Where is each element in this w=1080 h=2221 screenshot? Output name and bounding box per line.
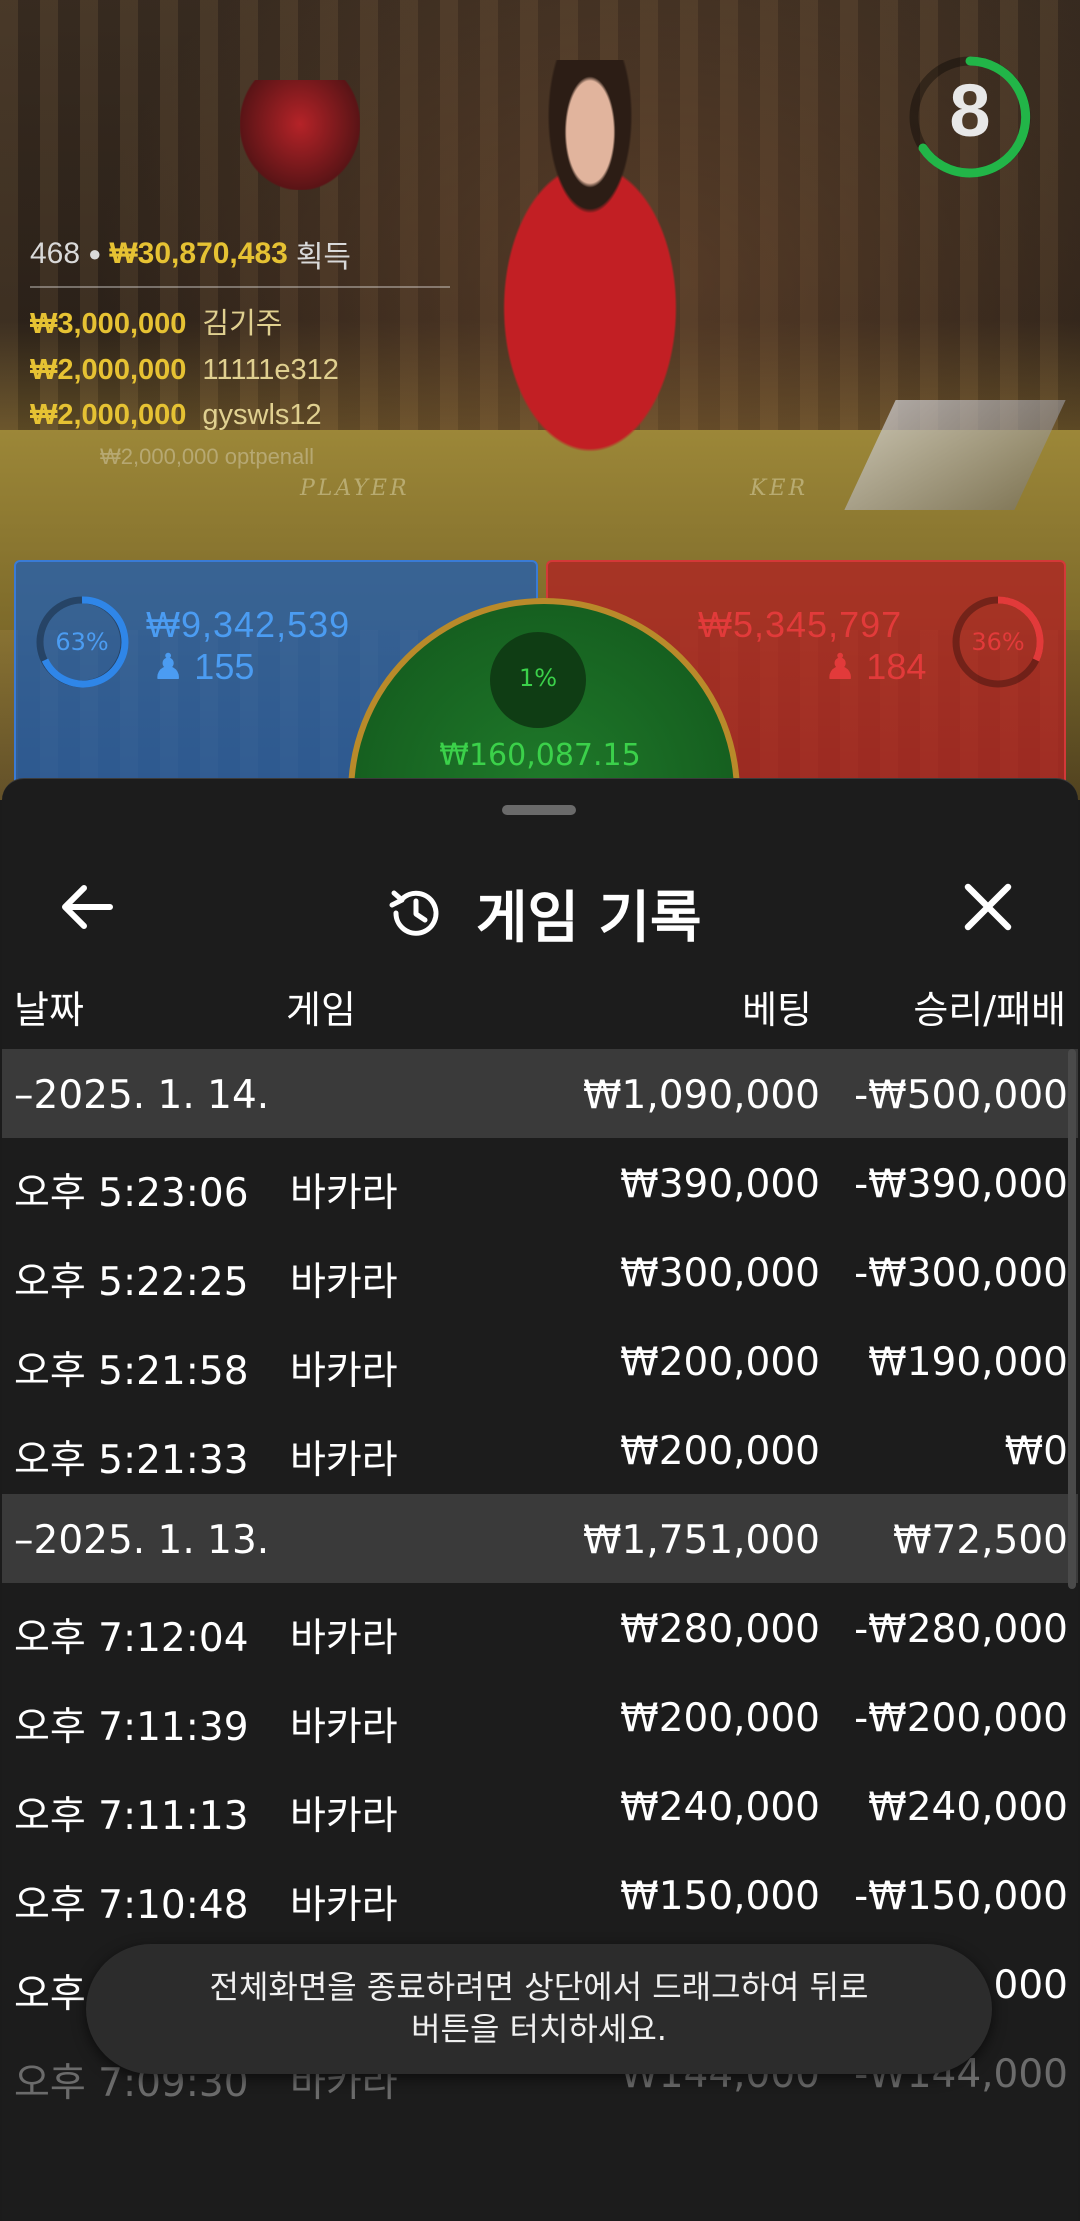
row-result: ₩240,000 [868,1785,1068,1830]
sheet-title: 게임 기록 [476,886,702,951]
drag-handle[interactable] [502,805,576,815]
dealer [440,60,740,460]
player-bettor-count: ♟ 155 [152,646,254,688]
scrollbar[interactable] [1068,1049,1076,1589]
tie-bet-amount: ₩160,087.15 [439,738,641,773]
row-result: -₩300,000 [854,1251,1068,1296]
row-result: -₩150,000 [854,1874,1068,1919]
entry-amount: ₩3,000,000 [30,308,187,340]
countdown-timer: 8 [949,69,991,152]
row-game: 바카라 [290,1171,398,1216]
player-percent: 63% [55,628,109,656]
history-row[interactable]: 오후 5:23:06 바카라 ₩390,000 -₩390,000 [2,1138,1078,1227]
row-game: 바카라 [290,1349,398,1394]
row-result: -₩500,000 [854,1073,1068,1118]
toast-line-2: 버튼을 터치하세요. [411,2010,667,2048]
row-bet: ₩150,000 [620,1874,820,1919]
row-time: 오후 5:23:06 [14,1171,249,1216]
row-result: -₩200,000 [854,1696,1068,1741]
entry-name: 김기주 [202,308,283,340]
row-date: –2025. 1. 14. [14,1073,270,1118]
arrow-left-icon[interactable] [48,867,128,947]
live-video-feed: PLAYER KER 8 468 ● ₩30,870,483 획득 ₩3,000… [0,0,1080,990]
row-game: 바카라 [290,1438,398,1483]
history-row[interactable]: 오후 7:10:48 바카라 ₩150,000 -₩150,000 [2,1850,1078,1939]
column-header-game: 게임 [286,988,356,1032]
person-icon: ♟ [824,646,857,687]
history-row[interactable]: 오후 5:22:25 바카라 ₩300,000 -₩300,000 [2,1227,1078,1316]
table-label-banker: KER [750,476,809,501]
leaderboard-entry: ₩2,000,000 gyswls12 [30,399,450,432]
sheet-header: 게임 기록 [2,839,1078,969]
background-dealer [240,80,360,190]
history-row[interactable]: 오후 5:21:58 바카라 ₩200,000 ₩190,000 [2,1316,1078,1405]
leaderboard-header: 468 ● ₩30,870,483 획득 [30,232,450,276]
count-value: 155 [194,646,255,687]
leaderboard-entry-faded: ₩2,000,000 optpenall [100,444,315,469]
row-time: 오후 7:11:39 [14,1705,249,1750]
table-label-player: PLAYER [300,476,410,501]
row-result: ₩190,000 [868,1340,1068,1385]
row-result: 000 [993,1963,1068,2008]
row-bet: ₩1,090,000 [582,1073,820,1118]
person-icon: ♟ [152,646,185,687]
history-row[interactable]: 오후 7:12:04 바카라 ₩280,000 -₩280,000 [2,1583,1078,1672]
date-group-row[interactable]: –2025. 1. 13. ₩1,751,000 ₩72,500 [2,1494,1078,1583]
row-bet: ₩280,000 [620,1607,820,1652]
date-group-row[interactable]: –2025. 1. 14. ₩1,090,000 -₩500,000 [2,1049,1078,1138]
history-row[interactable]: 오후 7:11:13 바카라 ₩240,000 ₩240,000 [2,1761,1078,1850]
fullscreen-exit-toast: 전체화면을 종료하려면 상단에서 드래그하여 뒤로 버튼을 터치하세요. [86,1944,992,2074]
row-bet: ₩200,000 [620,1429,820,1474]
entry-amount: ₩2,000,000 [30,354,187,386]
leaderboard-divider [30,286,450,288]
entry-name: gyswls12 [202,399,322,431]
leaderboard-entry: ₩3,000,000 김기주 [30,300,450,342]
row-result: -₩390,000 [854,1162,1068,1207]
entry-amount: ₩2,000,000 [30,399,187,431]
row-time: 오후 5:21:58 [14,1349,249,1394]
column-header-result: 승리/패배 [913,988,1066,1032]
row-date: –2025. 1. 13. [14,1518,270,1563]
row-result: -₩280,000 [854,1607,1068,1652]
banker-bet-amount: ₩5,345,797 [698,604,903,645]
history-icon [389,890,439,936]
row-time: 오후 7:11:13 [14,1794,249,1839]
row-time: 오후 [14,1972,86,2017]
row-bet: ₩390,000 [620,1162,820,1207]
row-result: ₩72,500 [892,1518,1068,1563]
row-bet: ₩240,000 [620,1785,820,1830]
row-time: 오후 7:10:48 [14,1883,249,1928]
row-game: 바카라 [290,1794,398,1839]
history-row[interactable]: 오후 7:11:39 바카라 ₩200,000 -₩200,000 [2,1672,1078,1761]
close-icon[interactable] [948,867,1028,947]
column-header-bet: 베팅 [742,988,812,1032]
toast-line-1: 전체화면을 종료하려면 상단에서 드래그하여 뒤로 [209,1968,869,2006]
row-bet: ₩200,000 [620,1340,820,1385]
row-game: 바카라 [290,1260,398,1305]
winners-leaderboard: 468 ● ₩30,870,483 획득 ₩3,000,000 김기주 ₩2,00… [30,232,450,470]
row-result: ₩0 [1004,1429,1068,1474]
row-time: 오후 5:22:25 [14,1260,249,1305]
row-time: 오후 7:12:04 [14,1616,249,1661]
tie-percent: 1% [518,664,558,692]
banker-bettor-count: ♟ 184 [824,646,926,688]
person-icon: ● [88,241,102,266]
total-winnings: ₩30,870,483 [109,237,288,270]
row-bet: ₩1,751,000 [582,1518,820,1563]
row-game: 바카라 [290,1883,398,1928]
row-time: 오후 5:21:33 [14,1438,249,1483]
history-row[interactable]: 오후 5:21:33 바카라 ₩200,000 ₩0 [2,1405,1078,1494]
player-bet-amount: ₩9,342,539 [146,604,351,645]
winnings-suffix: 획득 [295,241,352,274]
count-value: 184 [866,646,927,687]
banker-percent: 36% [971,628,1025,656]
leaderboard-entry: ₩2,000,000 11111e312 [30,354,450,387]
row-bet: ₩200,000 [620,1696,820,1741]
row-game: 바카라 [290,1705,398,1750]
entry-name: 11111e312 [202,354,339,386]
row-game: 바카라 [290,1616,398,1661]
column-header-date: 날짜 [14,988,84,1032]
row-bet: ₩300,000 [620,1251,820,1296]
player-count: 468 [30,237,81,270]
